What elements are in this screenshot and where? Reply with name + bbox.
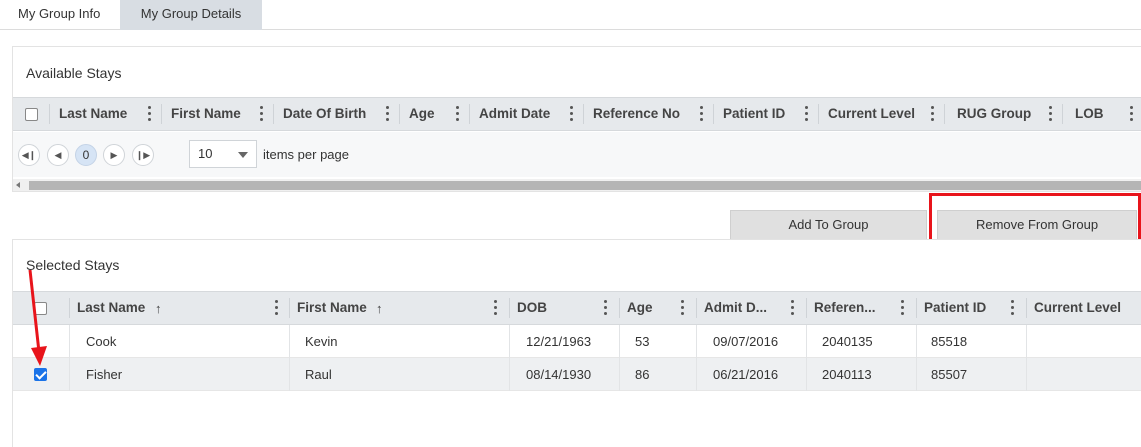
select-all-available-checkbox[interactable] [25,108,38,121]
column-menu-icon[interactable] [805,106,809,122]
tab-my-group-info[interactable]: My Group Info [0,0,120,30]
cell-patient-id: 85518 [931,334,968,349]
prev-page-icon[interactable]: ◀ [47,144,69,166]
column-menu-icon[interactable] [260,106,264,122]
col-reference-no[interactable]: Reference No [583,98,713,130]
page-size-select[interactable]: 10 [189,140,257,168]
column-menu-icon[interactable] [700,106,704,122]
available-stays-panel: Available Stays Last Name First Name Dat… [12,46,1141,192]
column-menu-icon[interactable] [275,300,279,316]
col-dob[interactable]: DOB [509,292,616,324]
col-current-level[interactable]: Current Level [818,98,944,130]
col-last-name[interactable]: Last Name [69,292,289,324]
col-patient-id[interactable]: Patient ID [916,292,1026,324]
column-menu-icon[interactable] [604,300,608,316]
cell-reference-no: 2040135 [822,334,873,349]
available-stays-title: Available Stays [26,65,122,81]
table-row[interactable]: Fisher Raul 08/14/1930 86 06/21/2016 204… [13,358,1141,391]
col-reference-no[interactable]: Referen... [806,292,916,324]
last-page-icon[interactable]: ❙▶ [132,144,154,166]
current-page[interactable]: 0 [75,144,97,166]
cell-reference-no: 2040113 [822,367,872,382]
column-menu-icon[interactable] [570,106,574,122]
available-stays-header: Last Name First Name Date Of Birth Age A… [13,97,1141,131]
red-arrow-annotation-icon [28,269,47,366]
col-admit-date[interactable]: Admit Date [469,98,583,130]
column-menu-icon[interactable] [456,106,460,122]
column-menu-icon[interactable] [386,106,390,122]
cell-last-name: Cook [86,334,117,349]
horizontal-scrollbar[interactable] [13,179,1141,191]
tab-bar: My Group Info My Group Details [0,0,1141,30]
col-last-name[interactable]: Last Name [49,98,161,130]
col-current-level[interactable]: Current Level [1026,292,1141,324]
column-menu-icon[interactable] [148,106,152,122]
table-row[interactable]: Cook Kevin 12/21/1963 53 09/07/2016 2040… [13,325,1141,358]
column-menu-icon[interactable] [791,300,795,316]
column-menu-icon[interactable] [681,300,685,316]
cell-dob: 12/21/1963 [526,334,592,349]
cell-last-name: Fisher [86,367,123,382]
chevron-down-icon [238,152,248,158]
cell-dob: 08/14/1930 [526,367,592,382]
col-lob[interactable]: LOB [1065,98,1139,130]
column-menu-icon[interactable] [901,300,905,316]
cell-first-name: Raul [305,367,332,382]
sort-asc-icon[interactable]: ↑ [155,292,162,326]
selected-stays-panel: Selected Stays Last Name ↑ First Name ↑ … [12,239,1141,447]
scroll-left-icon[interactable] [16,182,20,188]
first-page-icon[interactable]: ◀❙ [18,144,40,166]
column-menu-icon[interactable] [494,300,498,316]
selected-stays-header: Last Name ↑ First Name ↑ DOB Age Admit D… [13,291,1141,325]
col-first-name[interactable]: First Name [289,292,509,324]
cell-age: 86 [635,367,650,382]
pager: ◀❙ ◀ 0 ▶ ❙▶ 10 items per page [13,132,1141,177]
row-checkbox[interactable] [34,368,47,381]
column-menu-icon[interactable] [1011,300,1015,316]
cell-age: 53 [635,334,650,349]
page-size-value: 10 [198,146,213,161]
col-first-name[interactable]: First Name [161,98,273,130]
column-menu-icon[interactable] [1130,106,1134,122]
column-menu-icon[interactable] [1049,106,1053,122]
next-page-icon[interactable]: ▶ [103,144,125,166]
scrollbar-thumb[interactable] [29,181,1141,190]
sort-asc-icon[interactable]: ↑ [376,292,383,326]
tab-my-group-details[interactable]: My Group Details [120,0,262,30]
cell-patient-id: 85507 [931,367,968,382]
col-admit-date[interactable]: Admit D... [696,292,804,324]
cell-first-name: Kevin [305,334,338,349]
col-patient-id[interactable]: Patient ID [713,98,818,130]
cell-admit-date: 06/21/2016 [713,367,779,382]
col-date-of-birth[interactable]: Date Of Birth [273,98,399,130]
column-menu-icon[interactable] [931,106,935,122]
col-rug-group[interactable]: RUG Group [947,98,1059,130]
cell-admit-date: 09/07/2016 [713,334,779,349]
add-to-group-button[interactable]: Add To Group [730,210,927,240]
items-per-page-label: items per page [263,147,349,162]
